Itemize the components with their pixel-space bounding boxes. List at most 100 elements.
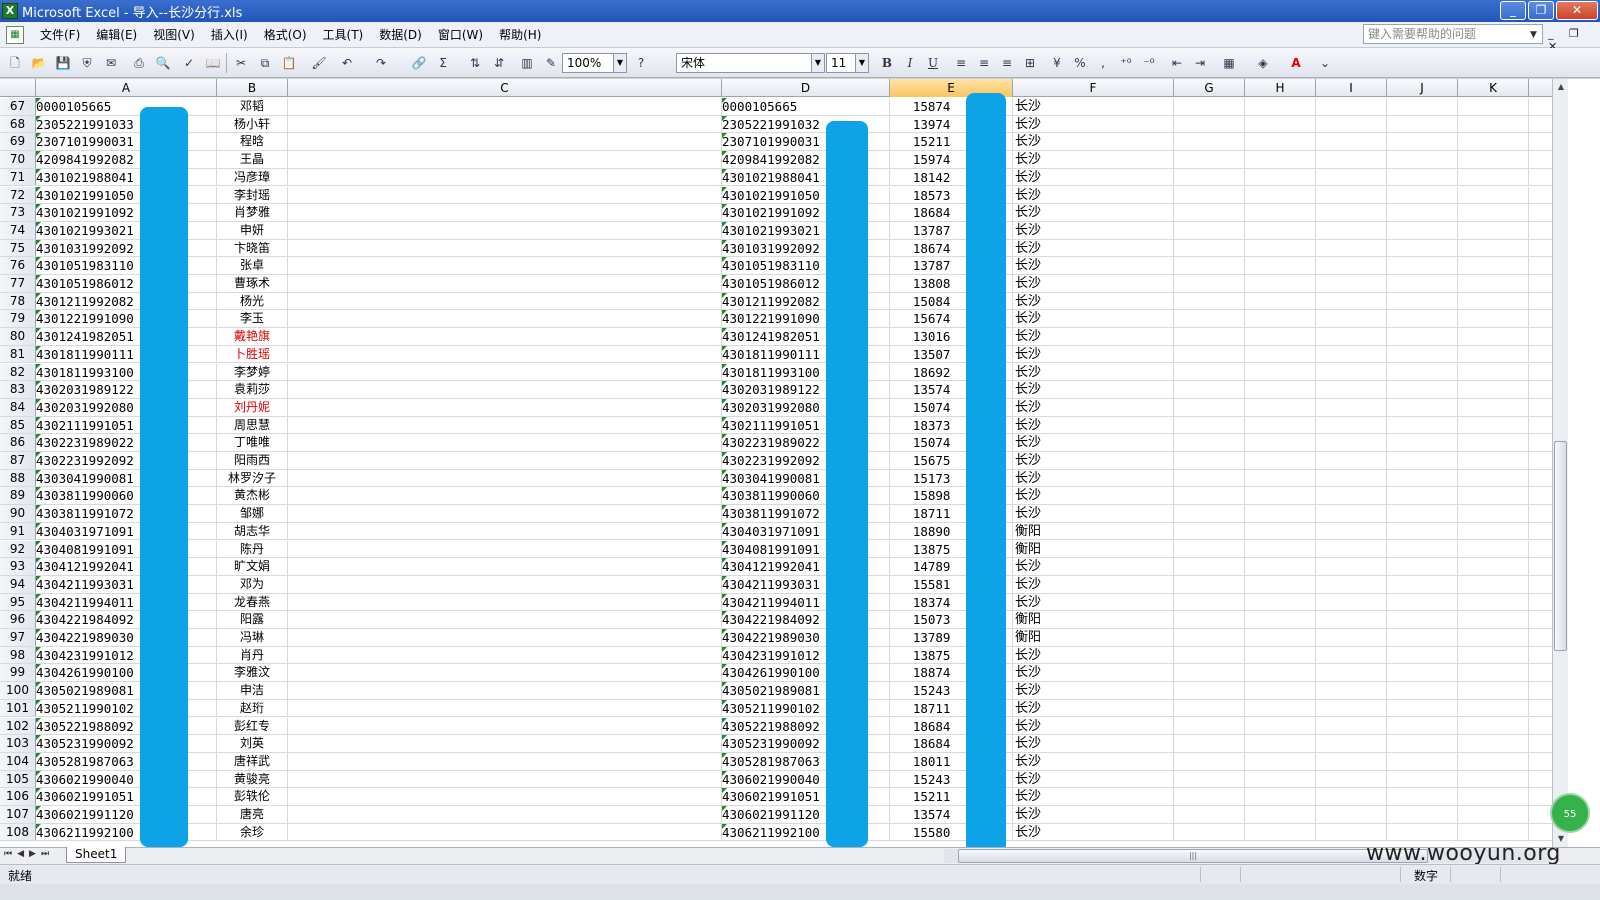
cell-g[interactable] [1174, 310, 1245, 328]
copy-icon[interactable]: ⧉ [256, 54, 274, 72]
cell-h[interactable] [1245, 717, 1316, 735]
row-header[interactable]: 72 [0, 186, 36, 204]
row-header[interactable]: 78 [0, 292, 36, 310]
cell-k[interactable] [1458, 398, 1529, 416]
cell-k[interactable] [1458, 664, 1529, 682]
cell-c[interactable] [288, 593, 722, 611]
cell-g[interactable] [1174, 487, 1245, 505]
save-icon[interactable]: 💾 [54, 54, 72, 72]
row-header[interactable]: 93 [0, 558, 36, 575]
cell-g[interactable] [1174, 806, 1245, 823]
vertical-scrollbar[interactable]: ▲ ▼ [1552, 79, 1568, 847]
cell-c[interactable] [288, 239, 722, 257]
cell-j[interactable] [1387, 328, 1458, 345]
decrease-decimal-icon[interactable]: ⁻⁰ [1140, 54, 1158, 72]
cell-j[interactable] [1387, 806, 1458, 823]
cell-b[interactable]: 肖梦雅 [217, 204, 288, 221]
cell-a[interactable]: 4302231989022 [36, 434, 217, 451]
cell-k[interactable] [1458, 682, 1529, 699]
cell-i[interactable] [1316, 540, 1387, 558]
cell-j[interactable] [1387, 788, 1458, 805]
cell-i[interactable] [1316, 682, 1387, 699]
cell-h[interactable] [1245, 487, 1316, 505]
cell-h[interactable] [1245, 505, 1316, 522]
cell-j[interactable] [1387, 646, 1458, 664]
sheet-tab-sheet1[interactable]: Sheet1 [66, 847, 127, 863]
row-header[interactable]: 83 [0, 381, 36, 398]
cell-a[interactable]: 4302231992092 [36, 452, 217, 469]
cell-h[interactable] [1245, 593, 1316, 611]
cell-g[interactable] [1174, 664, 1245, 682]
cell-h[interactable] [1245, 292, 1316, 310]
cell-j[interactable] [1387, 398, 1458, 416]
cell-h[interactable] [1245, 310, 1316, 328]
cell-c[interactable] [288, 186, 722, 204]
cell-b[interactable]: 丁唯唯 [217, 434, 288, 451]
cell-j[interactable] [1387, 204, 1458, 221]
cell-b[interactable]: 张卓 [217, 257, 288, 274]
cell-j[interactable] [1387, 664, 1458, 682]
cell-k[interactable] [1458, 168, 1529, 186]
cell-a[interactable]: 4301211992082 [36, 292, 217, 310]
cell-a[interactable]: 4303811990060 [36, 487, 217, 505]
cell-h[interactable] [1245, 363, 1316, 381]
cell-c[interactable] [288, 717, 722, 735]
open-folder-icon[interactable]: 📂 [30, 54, 48, 72]
row-header[interactable]: 71 [0, 168, 36, 186]
cell-g[interactable] [1174, 204, 1245, 221]
column-header-c[interactable]: C [288, 79, 722, 97]
help-icon[interactable]: ? [632, 54, 650, 72]
row-header[interactable]: 96 [0, 611, 36, 628]
cell-i[interactable] [1316, 611, 1387, 628]
row-header[interactable]: 90 [0, 505, 36, 522]
cell-h[interactable] [1245, 823, 1316, 841]
cell-i[interactable] [1316, 204, 1387, 221]
cell-c[interactable] [288, 310, 722, 328]
menu-data[interactable]: 数据(D) [371, 24, 430, 46]
cell-i[interactable] [1316, 575, 1387, 593]
menu-insert[interactable]: 插入(I) [203, 24, 256, 46]
row-header[interactable]: 97 [0, 629, 36, 646]
cell-b[interactable]: 冯彦璋 [217, 168, 288, 186]
cell-g[interactable] [1174, 469, 1245, 487]
cell-j[interactable] [1387, 770, 1458, 788]
scrollbar-thumb[interactable] [1554, 441, 1567, 651]
column-header-f[interactable]: F [1013, 79, 1174, 97]
zoom-dropdown-icon[interactable]: ▼ [613, 53, 627, 73]
row-header[interactable]: 101 [0, 699, 36, 717]
cell-k[interactable] [1458, 699, 1529, 717]
cell-g[interactable] [1174, 629, 1245, 646]
cell-j[interactable] [1387, 363, 1458, 381]
row-header[interactable]: 105 [0, 770, 36, 788]
cell-a[interactable]: 4301031992092 [36, 239, 217, 257]
cell-h[interactable] [1245, 788, 1316, 805]
cell-k[interactable] [1458, 204, 1529, 221]
cell-j[interactable] [1387, 558, 1458, 575]
cell-g[interactable] [1174, 770, 1245, 788]
cell-a[interactable]: 4301021991050 [36, 186, 217, 204]
cell-a[interactable]: 4304221984092 [36, 611, 217, 628]
cell-j[interactable] [1387, 611, 1458, 628]
cell-a[interactable]: 4305221988092 [36, 717, 217, 735]
email-icon[interactable]: ✉ [102, 54, 120, 72]
row-header[interactable]: 77 [0, 275, 36, 292]
cell-a[interactable]: 4301021991092 [36, 204, 217, 221]
fill-color-icon[interactable]: ◈ [1254, 54, 1272, 72]
chart-wizard-icon[interactable]: ▥ [518, 54, 536, 72]
cell-k[interactable] [1458, 823, 1529, 841]
horizontal-scrollbar-thumb[interactable]: ||| [958, 849, 1428, 863]
cell-g[interactable] [1174, 593, 1245, 611]
row-header[interactable]: 108 [0, 823, 36, 841]
cell-h[interactable] [1245, 770, 1316, 788]
cell-c[interactable] [288, 257, 722, 274]
cell-f[interactable]: 长沙 [1013, 398, 1174, 416]
cell-a[interactable]: 2307101990031 [36, 133, 217, 151]
cell-j[interactable] [1387, 168, 1458, 186]
hyperlink-icon[interactable]: 🔗 [410, 54, 428, 72]
cell-i[interactable] [1316, 469, 1387, 487]
cell-a[interactable]: 4306211992100 [36, 823, 217, 841]
cell-g[interactable] [1174, 221, 1245, 239]
cell-a[interactable]: 4304221989030 [36, 629, 217, 646]
cell-g[interactable] [1174, 575, 1245, 593]
cell-g[interactable] [1174, 416, 1245, 434]
